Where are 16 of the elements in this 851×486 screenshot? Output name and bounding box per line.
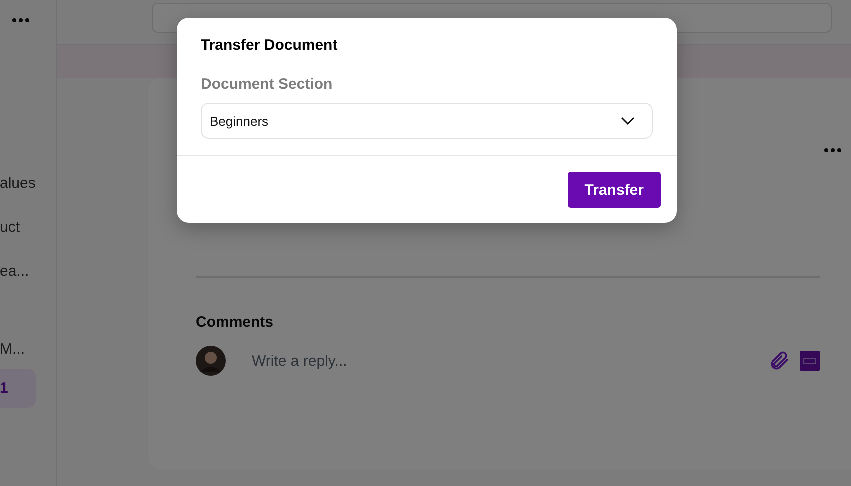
transfer-button[interactable]: Transfer: [568, 172, 661, 208]
more-icon[interactable]: [824, 148, 842, 153]
sidebar-item[interactable]: alues: [0, 175, 36, 193]
reply-field[interactable]: Write a reply...: [238, 349, 756, 373]
sidebar-item[interactable]: 1: [0, 369, 36, 408]
sidebar-item[interactable]: M...: [0, 341, 25, 359]
sidebar-item[interactable]: ea...: [0, 263, 30, 281]
field-label: Document Section: [201, 76, 334, 93]
chevron-down-icon: [621, 117, 635, 125]
more-icon[interactable]: [12, 18, 30, 23]
avatar: [196, 346, 226, 376]
section-dropdown[interactable]: Beginners: [201, 103, 653, 139]
sidebar-item[interactable]: uct: [0, 219, 20, 237]
comments-heading: Comments: [196, 314, 275, 331]
paperclip-icon[interactable]: [768, 350, 790, 372]
dialog-title: Transfer Document: [201, 37, 339, 54]
